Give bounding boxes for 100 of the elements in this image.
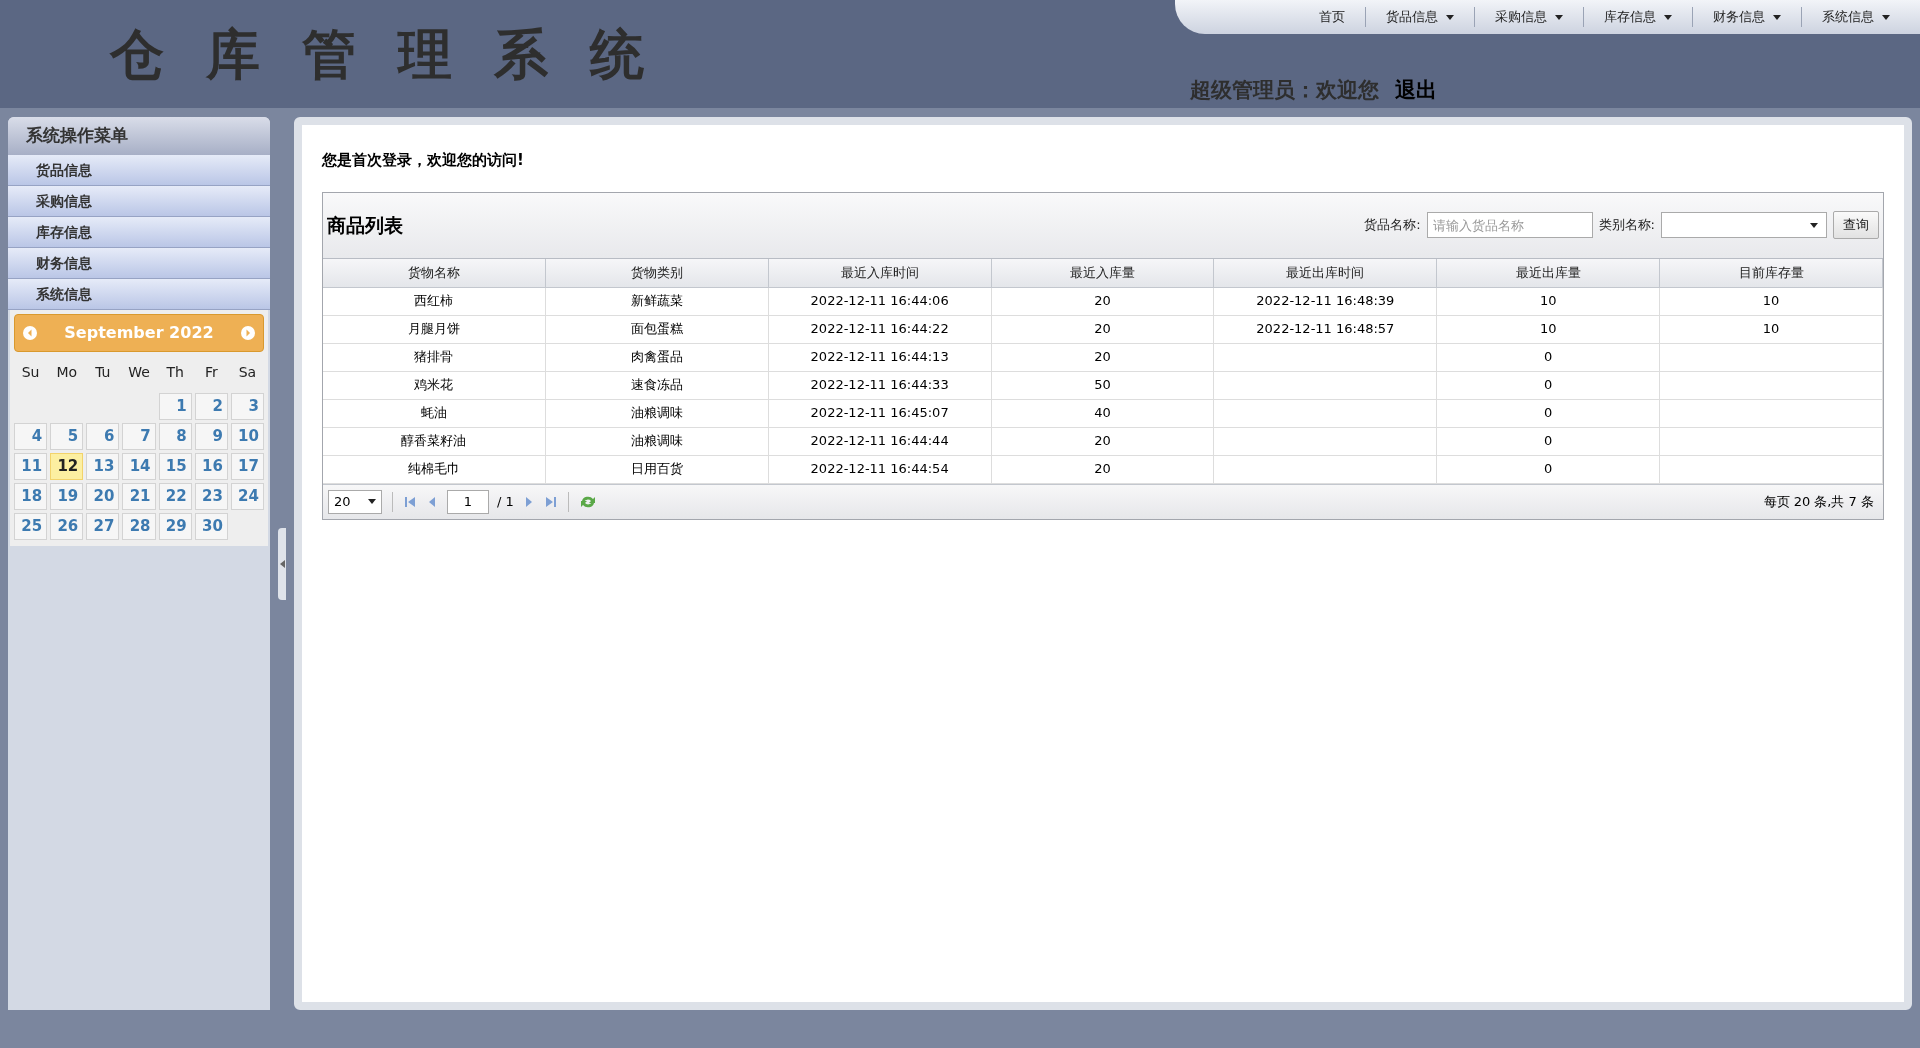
table-cell: 0 (1437, 343, 1661, 372)
calendar-day[interactable]: 12 (50, 453, 84, 480)
calendar-day[interactable]: 7 (122, 423, 156, 450)
calendar-day[interactable]: 2 (194, 393, 228, 420)
table-cell: 2022-12-11 16:48:39 (1214, 287, 1438, 316)
calendar-day[interactable]: 9 (194, 423, 228, 450)
previous-month-icon[interactable] (23, 326, 37, 340)
user-greeting: 超级管理员：欢迎您 (1190, 77, 1379, 104)
calendar-day[interactable]: 14 (122, 453, 156, 480)
calendar-day[interactable]: 17 (230, 453, 264, 480)
nav-menu-item[interactable]: 系统信息 (1822, 7, 1890, 27)
table-cell: 西红柿 (323, 287, 546, 316)
welcome-message: 您是首次登录，欢迎您的访问! (322, 150, 525, 171)
table-cell: 20 (991, 315, 1215, 344)
calendar-day[interactable]: 4 (14, 423, 48, 450)
calendar-day[interactable]: 13 (86, 453, 120, 480)
calendar-day[interactable]: 3 (230, 393, 264, 420)
calendar-day[interactable]: 21 (122, 483, 156, 510)
calendar-day[interactable]: 10 (230, 423, 264, 450)
calendar-day[interactable]: 11 (14, 453, 48, 480)
caret-icon (1882, 14, 1890, 20)
caret-icon (1810, 222, 1818, 228)
category-select[interactable] (1661, 212, 1827, 238)
nav-menu-item[interactable]: 货品信息 (1386, 7, 1454, 27)
weekday-label: We (127, 362, 151, 382)
calendar-day[interactable]: 20 (86, 483, 120, 510)
table-cell: 2022-12-11 16:45:07 (768, 399, 992, 428)
calendar-day[interactable]: 5 (50, 423, 84, 450)
table-cell: 2022-12-11 16:44:54 (768, 455, 992, 484)
system-title: 仓 库 管 理 系 统 (110, 22, 644, 88)
table-cell: 油粮调味 (545, 427, 769, 456)
calendar-day[interactable]: 1 (158, 393, 192, 420)
page-size-select[interactable]: 20 (328, 489, 382, 514)
column-header[interactable]: 最近出库量 (1437, 258, 1661, 288)
calendar-day[interactable]: 6 (86, 423, 120, 450)
column-header[interactable]: 最近入库时间 (768, 258, 992, 288)
column-header[interactable]: 最近出库时间 (1214, 258, 1438, 288)
column-header[interactable]: 货物名称 (323, 258, 546, 288)
sidebar-menu-item[interactable]: 采购信息 (8, 186, 270, 217)
calendar-day[interactable]: 16 (194, 453, 228, 480)
table-cell: 2022-12-11 16:44:13 (768, 343, 992, 372)
nav-menu-item[interactable]: 首页 (1319, 7, 1345, 27)
table-cell: 2022-12-11 16:44:06 (768, 287, 992, 316)
table-cell: 0 (1437, 455, 1661, 484)
calendar-day[interactable]: 22 (158, 483, 192, 510)
sidebar-menu-item[interactable]: 货品信息 (8, 155, 270, 186)
last-page-icon[interactable] (543, 494, 558, 509)
calendar-day[interactable]: 23 (194, 483, 228, 510)
table-cell: 0 (1437, 399, 1661, 428)
table-cell: 10 (1660, 287, 1883, 316)
query-button[interactable]: 查询 (1833, 211, 1879, 239)
calendar-day[interactable]: 19 (50, 483, 84, 510)
column-header[interactable]: 货物类别 (545, 258, 769, 288)
logout-link[interactable]: 退出 (1395, 75, 1437, 107)
table-cell: 新鲜蔬菜 (545, 287, 769, 316)
table-cell: 2022-12-11 16:44:22 (768, 315, 992, 344)
caret-icon (1446, 14, 1454, 20)
next-month-icon[interactable] (241, 326, 255, 340)
collapse-handle[interactable] (278, 527, 286, 600)
calendar-day[interactable]: 8 (158, 423, 192, 450)
calendar-day[interactable]: 18 (14, 483, 48, 510)
table-cell: 面包蛋糕 (545, 315, 769, 344)
calendar-day[interactable]: 15 (158, 453, 192, 480)
table-cell: 2022-12-11 16:44:33 (768, 371, 992, 400)
calendar-day[interactable]: 26 (50, 513, 84, 540)
category-label: 类别名称: (1598, 216, 1655, 235)
nav-menu-item[interactable]: 采购信息 (1495, 7, 1563, 27)
caret-icon (1773, 14, 1781, 20)
table-cell: 猪排骨 (323, 343, 546, 372)
table-cell: 10 (1437, 315, 1661, 344)
weekday-label: Su (20, 362, 41, 382)
table-cell: 日用百货 (545, 455, 769, 484)
table-cell: 10 (1660, 315, 1883, 344)
first-page-icon[interactable] (403, 494, 417, 509)
search-field[interactable]: 请输入货品名称 (1426, 212, 1593, 238)
grid-title: 商品列表 (327, 212, 404, 238)
page-number-field[interactable]: 1 (447, 489, 489, 514)
column-header[interactable]: 目前库存量 (1660, 258, 1883, 288)
sidebar-menu-item[interactable]: 库存信息 (8, 217, 270, 248)
calendar-day[interactable]: 29 (158, 513, 192, 540)
sidebar-menu-item[interactable]: 系统信息 (8, 279, 270, 310)
nav-menu-item[interactable]: 库存信息 (1604, 7, 1672, 27)
calendar-day[interactable]: 28 (122, 513, 156, 540)
calendar-day[interactable]: 30 (194, 513, 228, 540)
table-cell: 10 (1437, 287, 1661, 316)
caret-left-icon (279, 559, 285, 568)
calendar-day[interactable]: 27 (86, 513, 120, 540)
table-cell: 速食冻品 (545, 371, 769, 400)
calendar-day[interactable]: 25 (14, 513, 48, 540)
page-count: / 1 (497, 492, 514, 511)
search-label: 货品名称: (1364, 216, 1421, 235)
table-cell: 50 (991, 371, 1215, 400)
weekday-label: Th (165, 362, 185, 382)
nav-menu-item[interactable]: 财务信息 (1713, 7, 1781, 27)
weekday-label: Tu (94, 362, 112, 382)
table-cell: 纯棉毛巾 (323, 455, 546, 484)
calendar-day[interactable]: 24 (230, 483, 264, 510)
column-header[interactable]: 最近入库量 (991, 258, 1215, 288)
table-cell: 鸡米花 (323, 371, 546, 400)
sidebar-menu-item[interactable]: 财务信息 (8, 248, 270, 279)
